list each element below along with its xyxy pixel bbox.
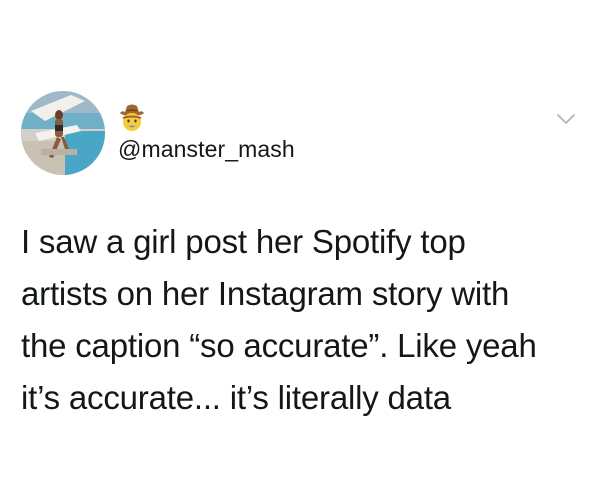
tweet-line: artists on her Instagram story with xyxy=(21,275,510,312)
avatar-photo xyxy=(21,91,105,175)
tweet-card: @manster_mash I saw a girl post her Spot… xyxy=(0,0,593,498)
avatar[interactable] xyxy=(21,91,105,175)
tweet-line: I saw a girl post her Spotify top xyxy=(21,223,466,260)
tweet-text: I saw a girl post her Spotify top artist… xyxy=(21,216,576,424)
user-handle[interactable]: @manster_mash xyxy=(118,136,295,163)
chevron-down-icon[interactable] xyxy=(556,112,576,126)
tweet-line: it’s accurate... it’s literally data xyxy=(21,379,451,416)
tweet-line: the caption “so accurate”. Like yeah xyxy=(21,327,537,364)
cowboy-hat-face-icon xyxy=(120,104,144,131)
